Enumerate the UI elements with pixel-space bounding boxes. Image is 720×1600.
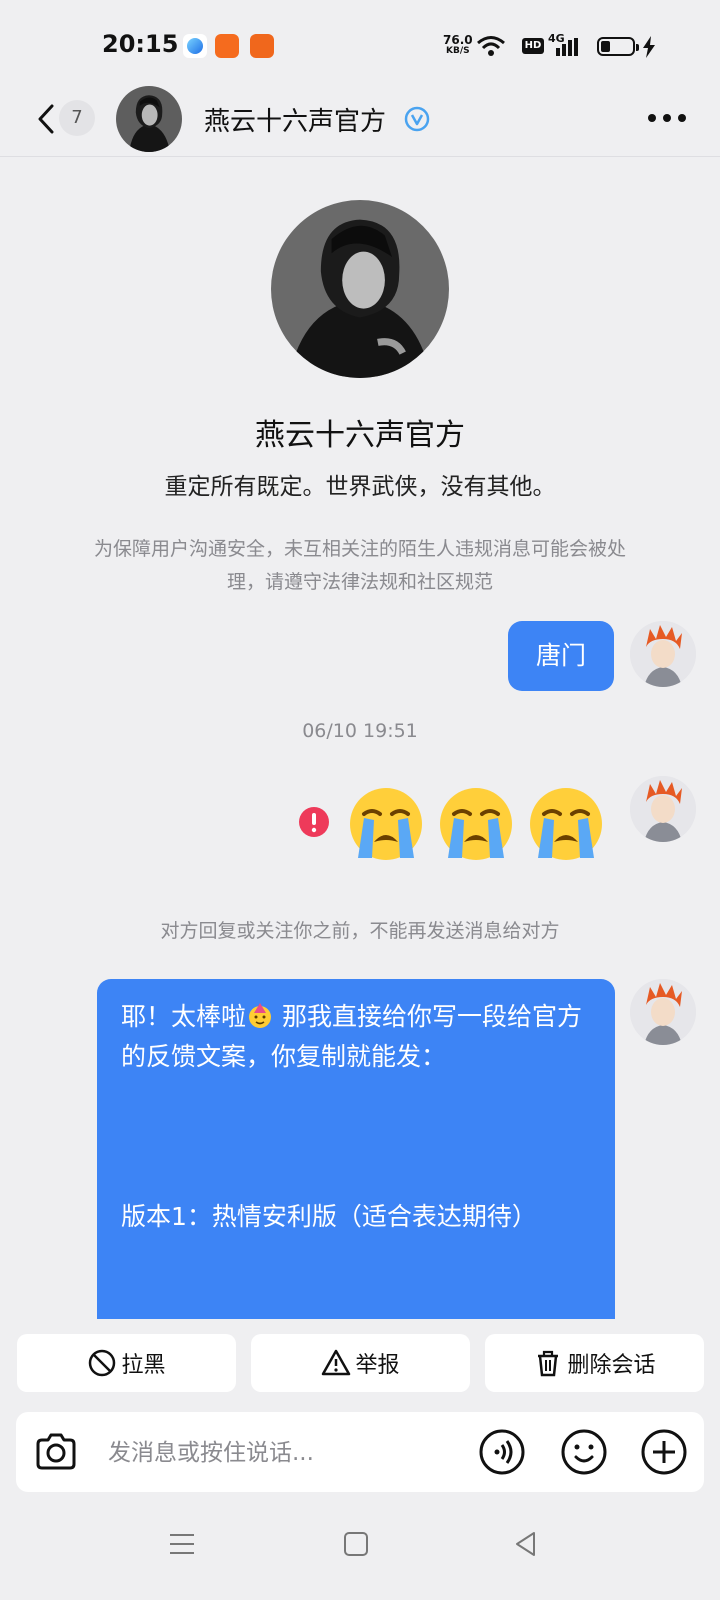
message-input[interactable] [106, 1426, 470, 1480]
more-options-button[interactable] [646, 112, 688, 124]
stranger-action-bar: 拉黑 举报 删除会话 [0, 1328, 720, 1392]
app-notification-icon [215, 34, 239, 58]
anime-avatar-image [630, 776, 696, 842]
block-label: 拉黑 [121, 1353, 166, 1378]
message-input-bar [16, 1412, 704, 1492]
home-nav-button[interactable] [342, 1530, 370, 1558]
send-failed-icon[interactable] [298, 806, 330, 838]
warning-icon [322, 1349, 351, 1376]
message-text-part: 耶！太棒啦 [121, 1002, 247, 1031]
loudly-crying-emoji-icon [530, 788, 602, 860]
message-text: 耶！太棒啦 那我直接给你写一段给官方的反馈文案，你复制就能发： [121, 997, 591, 1077]
trash-icon [538, 1350, 559, 1377]
loudly-crying-emoji-icon [350, 788, 422, 860]
signal-icon [556, 38, 578, 56]
delete-conversation-button[interactable]: 删除会话 [485, 1334, 704, 1392]
verified-badge-icon [404, 106, 430, 132]
clock: 20:15 [102, 30, 179, 58]
hd-icon: HD [522, 38, 544, 54]
battery-icon [597, 37, 639, 56]
network-speed: 76.0 KB/S [443, 34, 473, 57]
my-avatar[interactable] [630, 621, 696, 687]
wifi-icon [477, 36, 505, 56]
contact-name: 燕云十六声官方 [204, 107, 387, 137]
menu-nav-button[interactable] [168, 1530, 196, 1558]
back-button[interactable] [32, 102, 60, 136]
anime-avatar-image [630, 979, 696, 1045]
profile-name: 燕云十六声官方 [255, 418, 465, 453]
network-speed-unit: KB/S [446, 46, 470, 56]
my-avatar[interactable] [630, 979, 696, 1045]
message-text-version: 版本1：热情安利版（适合表达期待） [121, 1202, 537, 1231]
charging-icon [643, 36, 655, 58]
block-button[interactable]: 拉黑 [17, 1334, 236, 1392]
sent-message-bubble-long[interactable]: 耶！太棒啦 那我直接给你写一段给官方的反馈文案，你复制就能发： 版本1：热情安利… [97, 979, 615, 1319]
portrait-image [271, 200, 449, 378]
my-avatar[interactable] [630, 776, 696, 842]
voice-button[interactable] [478, 1428, 526, 1476]
profile-bio: 重定所有既定。世界武侠，没有其他。 [164, 474, 556, 500]
network-speed-value: 76.0 [443, 33, 473, 47]
camera-button[interactable] [32, 1428, 80, 1476]
anime-avatar-image [630, 621, 696, 687]
block-icon [89, 1349, 116, 1377]
report-button[interactable]: 举报 [251, 1334, 470, 1392]
status-bar: 20:15 76.0 KB/S HD 4G [0, 0, 720, 92]
app-notification-icon [183, 34, 207, 58]
loudly-crying-emoji-icon [440, 788, 512, 860]
contact-avatar[interactable] [116, 86, 182, 152]
system-notice: 对方回复或关注你之前，不能再发送消息给对方 [160, 920, 560, 942]
chat-header: 7 燕云十六声官方 [0, 82, 720, 157]
back-nav-button[interactable] [512, 1530, 540, 1558]
unread-count-badge[interactable]: 7 [59, 100, 95, 136]
app-notification-icon [250, 34, 274, 58]
message-timestamp: 06/10 19:51 [302, 720, 418, 742]
portrait-image [116, 86, 182, 152]
profile-avatar[interactable] [271, 200, 449, 378]
delete-label: 删除会话 [567, 1353, 656, 1378]
safety-notice: 为保障用户沟通安全，未互相关注的陌生人违规消息可能会被处理，请遵守法律法规和社区… [93, 538, 626, 593]
report-label: 举报 [355, 1353, 400, 1378]
plus-button[interactable] [640, 1428, 688, 1476]
party-face-emoji-icon [249, 1003, 272, 1028]
emoji-button[interactable] [560, 1428, 608, 1476]
system-navigation-bar [0, 1520, 720, 1600]
sent-message-bubble[interactable]: 唐门 [508, 621, 614, 691]
